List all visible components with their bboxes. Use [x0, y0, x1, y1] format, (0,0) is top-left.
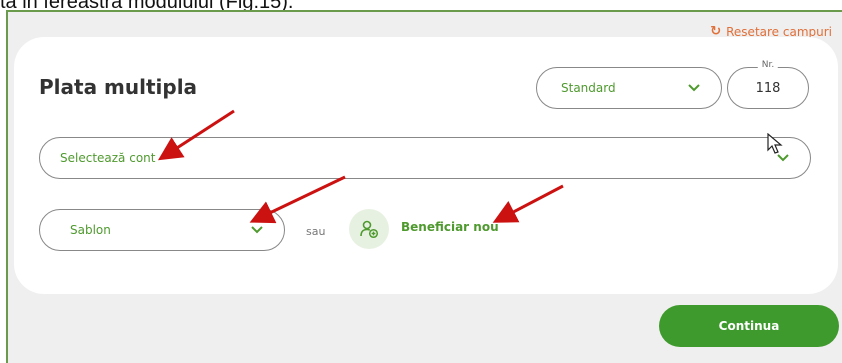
continue-button[interactable]: Continua — [659, 305, 839, 347]
template-select-value: Sablon — [70, 223, 111, 237]
chevron-down-icon — [251, 226, 263, 234]
payment-card: Plata multipla Standard Nr. 118 Selectea… — [14, 37, 838, 294]
new-beneficiary-link[interactable]: Beneficiar nou — [401, 220, 499, 234]
payment-type-value: Standard — [561, 81, 616, 95]
payment-number-value: 118 — [755, 80, 781, 96]
payment-number-field[interactable]: Nr. 118 — [727, 60, 809, 109]
module-window: ↻ Resetare campuri Plata multipla Standa… — [6, 10, 842, 363]
chevron-down-icon — [688, 84, 700, 92]
payment-type-select[interactable]: Standard — [536, 67, 722, 109]
mouse-cursor-icon — [767, 133, 783, 154]
payment-number-legend: Nr. — [757, 60, 779, 70]
add-user-icon[interactable] — [349, 209, 389, 249]
account-select-placeholder: Selectează cont — [60, 151, 156, 165]
or-label: sau — [306, 225, 326, 238]
account-select[interactable]: Selectează cont — [39, 137, 811, 179]
template-select[interactable]: Sablon — [39, 209, 285, 251]
page-title: Plata multipla — [39, 75, 198, 99]
